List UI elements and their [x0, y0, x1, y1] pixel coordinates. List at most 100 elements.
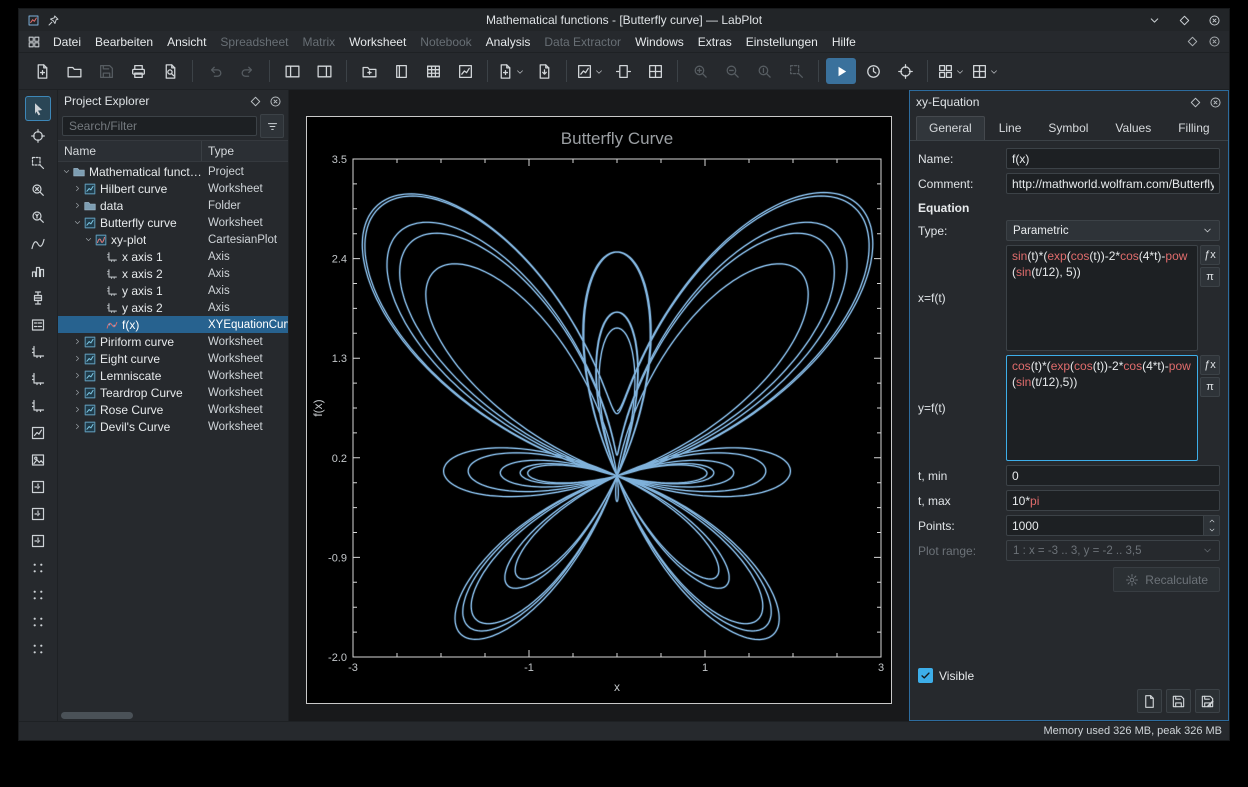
- toggle-properties-explorer-button[interactable]: [309, 58, 339, 84]
- tree-row-y-axis-2[interactable]: y axis 2 Axis: [58, 299, 288, 316]
- select-and-edit-mode-button[interactable]: [826, 58, 856, 84]
- manage-templates-button[interactable]: [1195, 689, 1220, 713]
- expander-collapsed-icon[interactable]: [72, 337, 82, 347]
- pin-icon[interactable]: [47, 14, 60, 27]
- tab-symbol[interactable]: Symbol: [1035, 116, 1101, 140]
- shift-left-x-tool-button[interactable]: [25, 609, 51, 634]
- expander-collapsed-icon[interactable]: [72, 388, 82, 398]
- tree-row-hilbert-curve[interactable]: Hilbert curve Worksheet: [58, 180, 288, 197]
- cartesian-plot-add-button[interactable]: [935, 58, 967, 84]
- tree-row-data[interactable]: data Folder: [58, 197, 288, 214]
- worksheet-view[interactable]: Butterfly Curve -3 -1 1 3 3.5 2.4 1.3 0.2 -0.9 -2.…: [289, 90, 909, 721]
- zoom-out-plot-tool-button[interactable]: [25, 582, 51, 607]
- menu-worksheet[interactable]: Worksheet: [342, 33, 413, 51]
- insert-constant-button[interactable]: π: [1200, 267, 1220, 287]
- tree-row-f-x-[interactable]: f(x) XYEquationCurve: [58, 316, 288, 333]
- menu-hilfe[interactable]: Hilfe: [825, 33, 863, 51]
- load-template-button[interactable]: [1137, 689, 1162, 713]
- plot-range-select[interactable]: 1 : x = -3 .. 3, y = -2 .. 3,5: [1006, 540, 1220, 561]
- search-input[interactable]: [62, 116, 257, 136]
- menu-bearbeiten[interactable]: Bearbeiten: [88, 33, 160, 51]
- visible-checkbox[interactable]: [918, 668, 933, 683]
- tab-general[interactable]: General: [916, 116, 985, 140]
- points-input[interactable]: [1006, 515, 1220, 536]
- expander-collapsed-icon[interactable]: [72, 184, 82, 194]
- titlebar[interactable]: Mathematical functions - [Butterfly curv…: [19, 9, 1229, 31]
- add-plot-tool-button[interactable]: [25, 420, 51, 445]
- subwindow-close-button[interactable]: [1208, 35, 1221, 48]
- add-boxplot-tool-button[interactable]: [25, 285, 51, 310]
- shift-up-y-tool-button[interactable]: [25, 636, 51, 661]
- menu-matrix[interactable]: Matrix: [295, 33, 342, 51]
- menu-extras[interactable]: Extras: [691, 33, 739, 51]
- auto-scale-y-tool-button[interactable]: [25, 528, 51, 553]
- tmax-input[interactable]: 10*pi: [1006, 490, 1220, 511]
- menu-icon[interactable]: [27, 35, 41, 49]
- tree-row-piriform-curve[interactable]: Piriform curve Worksheet: [58, 333, 288, 350]
- print-button[interactable]: [123, 58, 153, 84]
- expander-expanded-icon[interactable]: [83, 235, 93, 245]
- menu-notebook[interactable]: Notebook: [413, 33, 478, 51]
- print-preview-button[interactable]: [155, 58, 185, 84]
- column-name[interactable]: Name: [58, 141, 202, 161]
- import-button[interactable]: [529, 58, 559, 84]
- expander-collapsed-icon[interactable]: [72, 201, 82, 211]
- auto-scale-x-tool-button[interactable]: [25, 501, 51, 526]
- expander-collapsed-icon[interactable]: [72, 422, 82, 432]
- add-histogram-tool-button[interactable]: [25, 258, 51, 283]
- menu-einstellungen[interactable]: Einstellungen: [739, 33, 825, 51]
- zoom-y-select-tool-button[interactable]: [25, 204, 51, 229]
- expander-collapsed-icon[interactable]: [72, 371, 82, 381]
- close-button[interactable]: [1208, 14, 1221, 27]
- menu-datei[interactable]: Datei: [46, 33, 88, 51]
- undo-button[interactable]: [200, 58, 230, 84]
- float-dock-icon[interactable]: [249, 95, 262, 108]
- expander-expanded-icon[interactable]: [61, 167, 71, 177]
- butterfly-plot[interactable]: Butterfly Curve -3 -1 1 3 3.5 2.4 1.3 0.2 -0.9 -2.…: [307, 117, 891, 703]
- tree-row-eight-curve[interactable]: Eight curve Worksheet: [58, 350, 288, 367]
- add-image-tool-button[interactable]: [25, 447, 51, 472]
- insert-function-button[interactable]: ƒx: [1200, 355, 1220, 375]
- zoom-original-button[interactable]: [749, 58, 779, 84]
- tab-filling[interactable]: Filling: [1165, 116, 1222, 140]
- pointer-tool-button[interactable]: [25, 96, 51, 121]
- float-dock-icon[interactable]: [1189, 96, 1202, 109]
- cartesian-plot-mouse-mode-button[interactable]: [969, 58, 1001, 84]
- y-equation-input[interactable]: cos(t)*(exp(cos(t))-2*cos(4*t)-pow(sin(t…: [1006, 355, 1198, 461]
- add-curve-tool-button[interactable]: [25, 231, 51, 256]
- insert-constant-button[interactable]: π: [1200, 377, 1220, 397]
- points-increment-button[interactable]: [1204, 516, 1219, 526]
- points-decrement-button[interactable]: [1204, 525, 1219, 535]
- worksheet-page[interactable]: Butterfly Curve -3 -1 1 3 3.5 2.4 1.3 0.2 -0.9 -2.…: [306, 116, 892, 704]
- open-project-button[interactable]: [59, 58, 89, 84]
- add-horizontal-axis-tool-button[interactable]: [25, 339, 51, 364]
- menu-spreadsheet[interactable]: Spreadsheet: [213, 33, 295, 51]
- equation-type-select[interactable]: Parametric: [1006, 220, 1220, 241]
- toggle-project-explorer-button[interactable]: [277, 58, 307, 84]
- zoom-select-button[interactable]: [781, 58, 811, 84]
- close-dock-icon[interactable]: [1209, 96, 1222, 109]
- save-template-button[interactable]: [1166, 689, 1191, 713]
- tree-row-devil-s-curve[interactable]: Devil's Curve Worksheet: [58, 418, 288, 435]
- recalculate-button[interactable]: Recalculate: [1113, 567, 1220, 592]
- add-vertical-axis-tool-button[interactable]: [25, 366, 51, 391]
- scrollbar-thumb[interactable]: [61, 711, 133, 719]
- auto-scale-tool-button[interactable]: [25, 474, 51, 499]
- view-mode-button[interactable]: [640, 58, 670, 84]
- add-new-button[interactable]: [495, 58, 527, 84]
- new-folder-button[interactable]: [354, 58, 384, 84]
- tmin-input[interactable]: [1006, 465, 1220, 486]
- zoom-in-button[interactable]: [685, 58, 715, 84]
- zoom-out-button[interactable]: [717, 58, 747, 84]
- insert-function-button[interactable]: ƒx: [1200, 245, 1220, 265]
- comment-input[interactable]: [1006, 173, 1220, 194]
- column-type[interactable]: Type: [202, 144, 288, 158]
- zoom-fit-page-button[interactable]: [608, 58, 638, 84]
- tab-values[interactable]: Values: [1102, 116, 1164, 140]
- tree-row-x-axis-2[interactable]: x axis 2 Axis: [58, 265, 288, 282]
- tree-row-x-axis-1[interactable]: x axis 1 Axis: [58, 248, 288, 265]
- tab-line[interactable]: Line: [986, 116, 1035, 140]
- redo-button[interactable]: [232, 58, 262, 84]
- add-legend-tool-button[interactable]: [25, 312, 51, 337]
- minimize-button[interactable]: [1148, 14, 1161, 27]
